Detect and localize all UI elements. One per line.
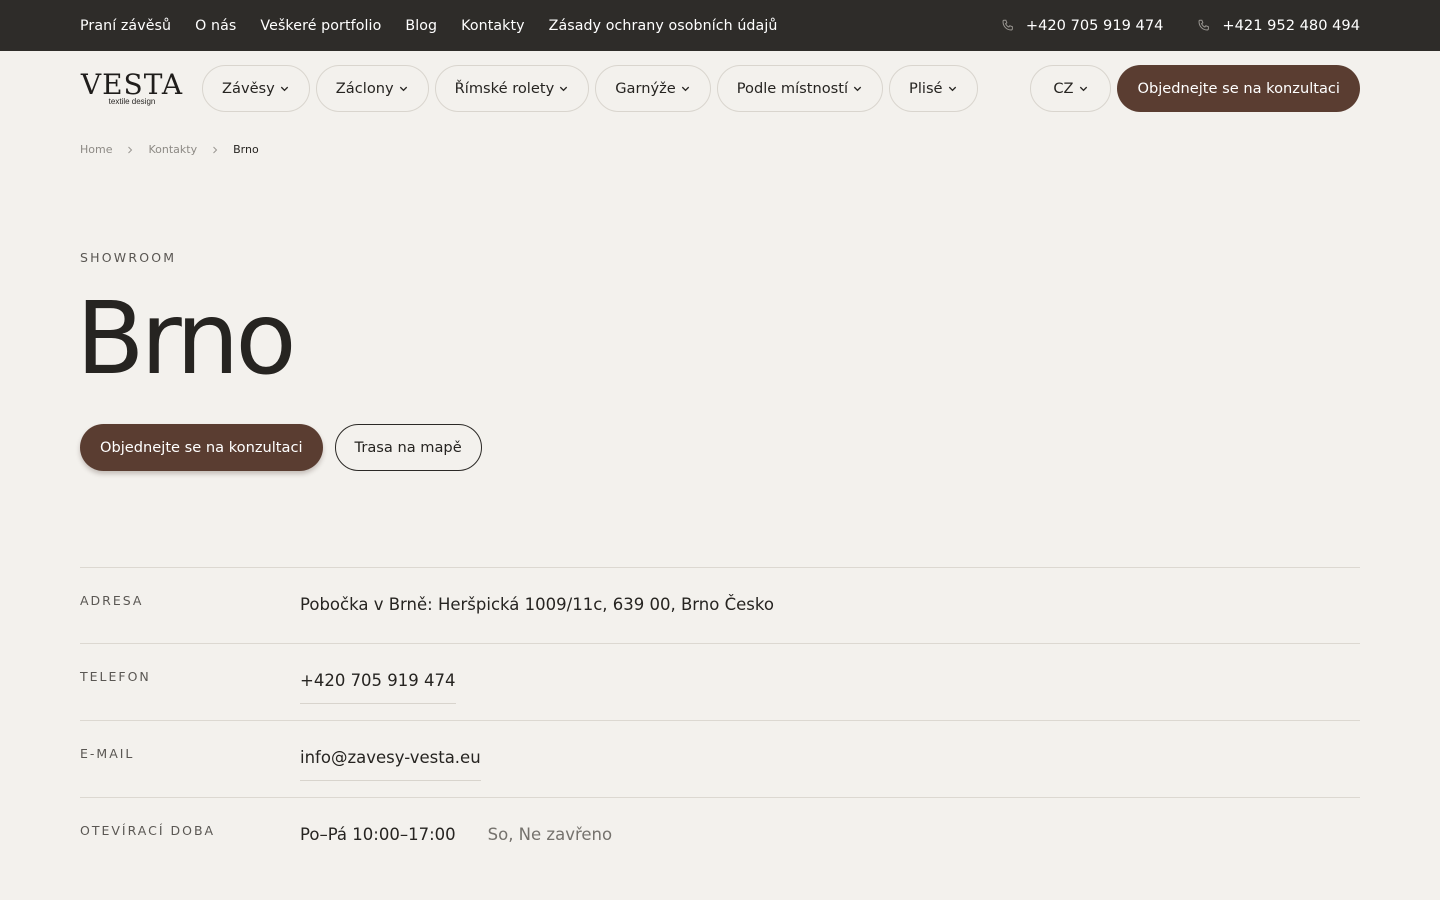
menu-label: Římské rolety — [454, 80, 555, 97]
phone-value-wrap: +420 705 919 474 — [300, 644, 456, 720]
main-header: VESTA textile design Závěsy Záclony Říms… — [80, 65, 1360, 112]
menu-label: Garnýže — [615, 80, 676, 97]
language-selector[interactable]: CZ — [1030, 65, 1112, 112]
chevron-down-icon — [1079, 86, 1087, 92]
hours-value: Po–Pá 10:00–17:00 So, Ne zavřeno — [300, 798, 612, 877]
hero-actions: Objednejte se na konzultaci Trasa na map… — [80, 424, 482, 471]
chevron-down-icon — [560, 86, 568, 92]
top-phones: +420 705 919 474 +421 952 480 494 — [1001, 17, 1360, 34]
map-route-button[interactable]: Trasa na mapě — [334, 424, 482, 471]
section-eyebrow: SHOWROOM — [80, 250, 177, 265]
breadcrumb-home[interactable]: Home — [80, 143, 112, 156]
email-label: E-MAIL — [80, 746, 135, 761]
info-row-email: E-MAIL info@zavesy-vesta.eu — [80, 720, 1360, 797]
chevron-down-icon — [948, 86, 956, 92]
menu-garnyze[interactable]: Garnýže — [595, 65, 711, 112]
consultation-button[interactable]: Objednejte se na konzultaci — [80, 424, 323, 471]
top-nav: Praní závěsů O nás Veškeré portfolio Blo… — [80, 18, 777, 34]
menu-label: Záclony — [335, 80, 394, 97]
top-bar: Praní závěsů O nás Veškeré portfolio Blo… — [0, 0, 1440, 51]
breadcrumb-kontakty[interactable]: Kontakty — [148, 143, 197, 156]
phone-cz-text: +420 705 919 474 — [1025, 17, 1164, 34]
menu-label: Podle místností — [736, 80, 849, 97]
chevron-right-icon — [128, 146, 133, 153]
address-value: Pobočka v Brně: Heršpická 1009/11c, 639 … — [300, 595, 774, 614]
phone-link[interactable]: +420 705 919 474 — [300, 671, 456, 704]
email-link[interactable]: info@zavesy-vesta.eu — [300, 748, 481, 781]
language-label: CZ — [1053, 80, 1074, 97]
top-link-privacy[interactable]: Zásady ochrany osobních údajů — [549, 18, 778, 34]
phone-icon — [1002, 19, 1013, 31]
info-row-hours: OTEVÍRACÍ DOBA Po–Pá 10:00–17:00 So, Ne … — [80, 797, 1360, 877]
chevron-down-icon — [399, 86, 407, 92]
logo[interactable]: VESTA textile design — [80, 69, 184, 109]
menu-plise[interactable]: Plisé — [889, 65, 978, 112]
hours-weekend: So, Ne zavřeno — [487, 825, 613, 844]
logo-word: VESTA — [80, 67, 184, 101]
menu-label: Plisé — [909, 80, 943, 97]
phone-sk-link[interactable]: +421 952 480 494 — [1197, 17, 1360, 34]
chevron-down-icon — [681, 86, 689, 92]
phone-sk-text: +421 952 480 494 — [1222, 17, 1360, 34]
breadcrumb: Home Kontakty Brno — [80, 143, 259, 156]
hours-label: OTEVÍRACÍ DOBA — [80, 823, 216, 838]
top-link-portfolio[interactable]: Veškeré portfolio — [260, 18, 381, 34]
header-consultation-button[interactable]: Objednejte se na konzultaci — [1117, 65, 1360, 112]
menu-label: Závěsy — [222, 80, 275, 97]
info-row-address: ADRESA Pobočka v Brně: Heršpická 1009/11… — [80, 567, 1360, 643]
phone-cz-link[interactable]: +420 705 919 474 — [1001, 17, 1164, 34]
chevron-down-icon — [280, 86, 288, 92]
logo-subtitle: textile design — [108, 96, 156, 106]
phone-label: TELEFON — [80, 669, 151, 684]
top-link-o-nas[interactable]: O nás — [195, 18, 236, 34]
info-row-phone: TELEFON +420 705 919 474 — [80, 643, 1360, 720]
main-menu: Závěsy Záclony Římské rolety Garnýže Pod… — [202, 65, 978, 112]
menu-rimske-rolety[interactable]: Římské rolety — [434, 65, 590, 112]
menu-zavesy[interactable]: Závěsy — [202, 65, 310, 112]
page-title: Brno — [76, 280, 297, 397]
chevron-right-icon — [213, 146, 218, 153]
hours-weekdays: Po–Pá 10:00–17:00 — [300, 825, 456, 844]
phone-icon — [1198, 19, 1210, 31]
menu-zaclony[interactable]: Záclony — [315, 65, 429, 112]
chevron-down-icon — [853, 86, 862, 92]
top-link-prani-zavesu[interactable]: Praní závěsů — [80, 18, 171, 34]
breadcrumb-current: Brno — [233, 143, 259, 156]
address-label: ADRESA — [80, 593, 144, 608]
top-link-blog[interactable]: Blog — [405, 18, 437, 34]
contact-info: ADRESA Pobočka v Brně: Heršpická 1009/11… — [80, 567, 1360, 877]
menu-podle-mistnosti[interactable]: Podle místností — [716, 65, 884, 112]
email-value-wrap: info@zavesy-vesta.eu — [300, 721, 481, 797]
top-link-kontakty[interactable]: Kontakty — [461, 18, 525, 34]
